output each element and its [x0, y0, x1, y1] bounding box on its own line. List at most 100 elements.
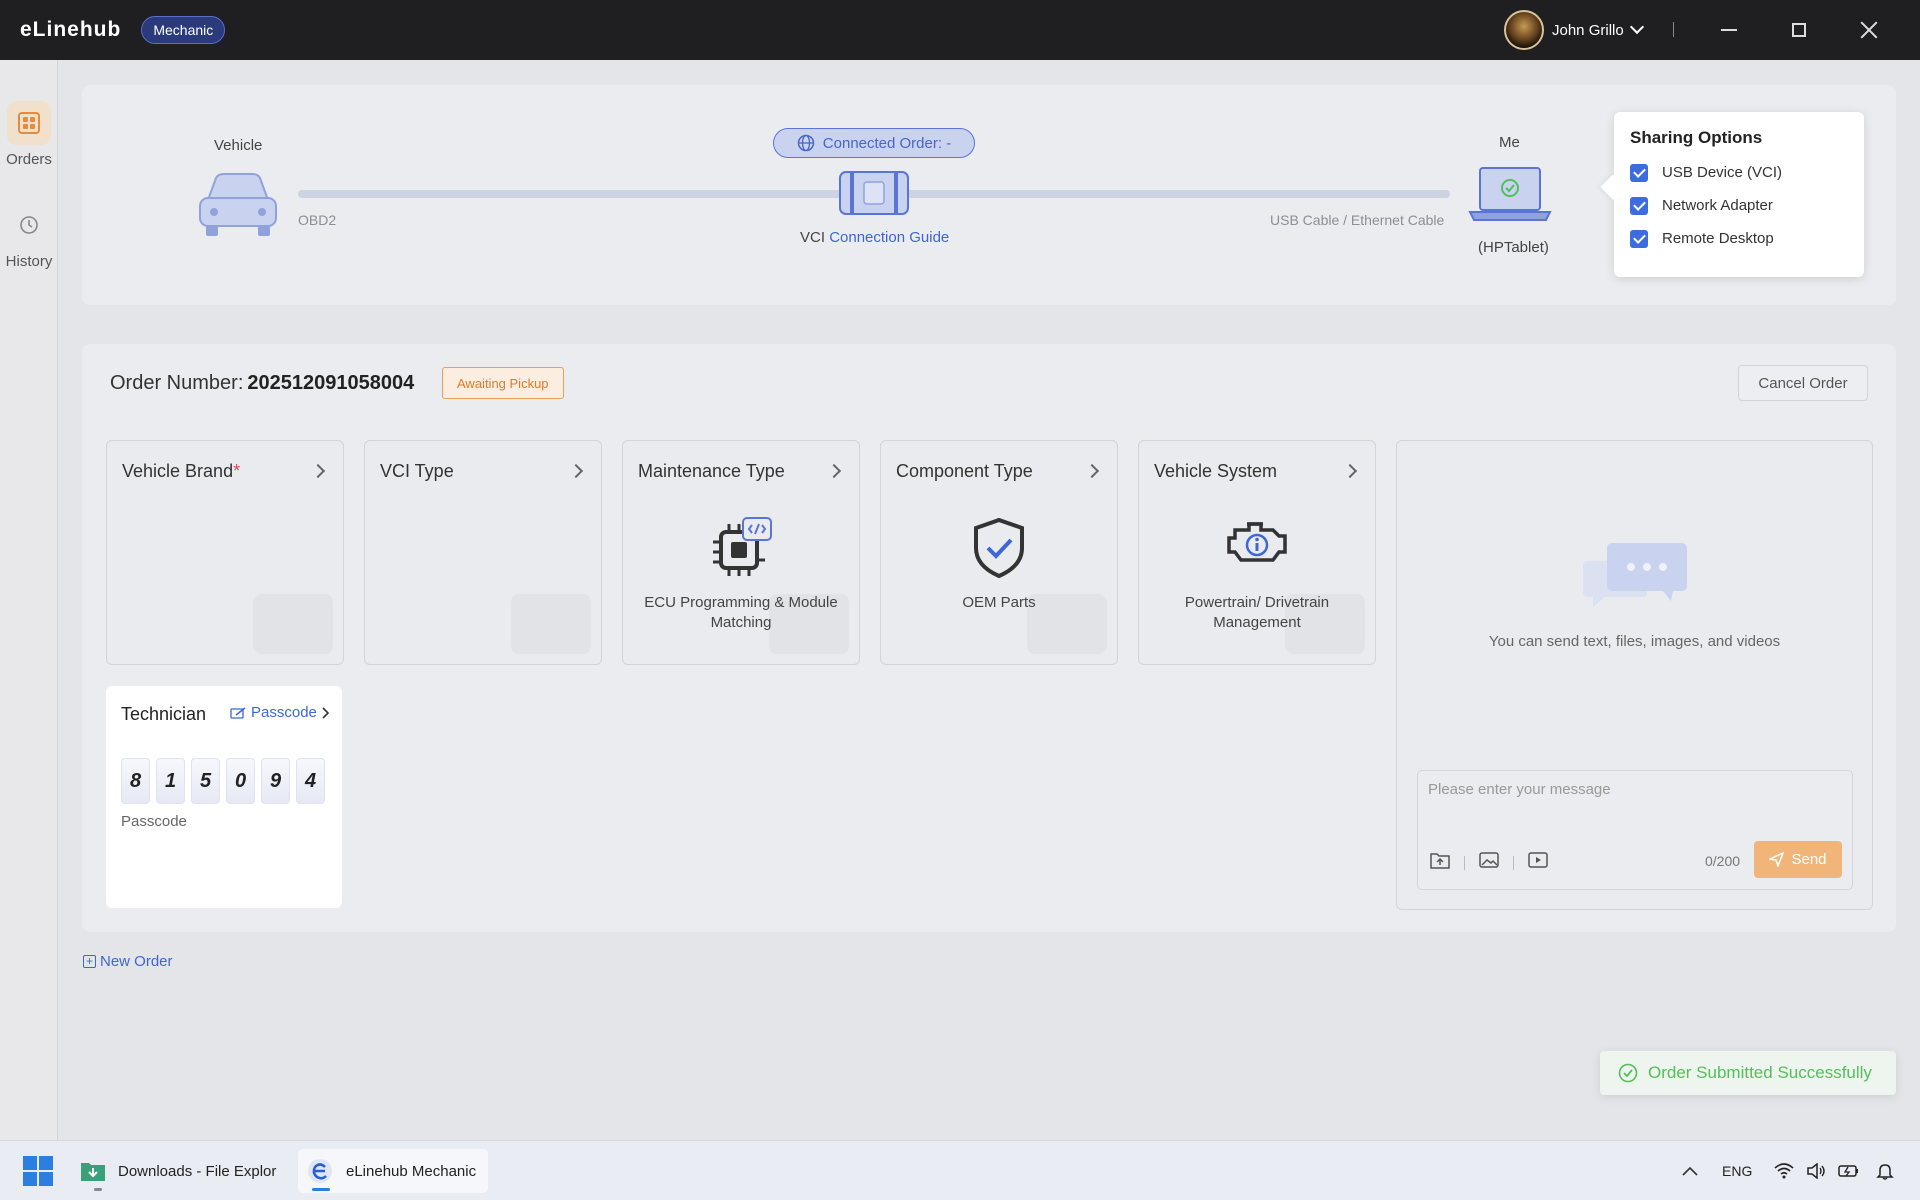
taskbar-item-elinehub[interactable]: eLinehub Mechanic: [298, 1149, 488, 1193]
device-name: (HPTablet): [1478, 239, 1549, 256]
engine-icon: [1225, 516, 1289, 571]
checkbox-checked[interactable]: [1630, 163, 1648, 182]
sidebar-item-label: Orders: [6, 151, 52, 168]
elinehub-app-icon: [308, 1159, 332, 1183]
passcode-link[interactable]: Passcode: [230, 704, 330, 721]
passcode-link-label: Passcode: [251, 704, 317, 721]
send-button[interactable]: Send: [1754, 841, 1842, 878]
technician-card: Technician Passcode 8 1 5 0 9 4 Passcode: [106, 686, 342, 908]
user-menu[interactable]: John Grillo: [1504, 10, 1644, 50]
notification-bell-icon[interactable]: [1876, 1151, 1894, 1191]
passcode-digit: 8: [121, 758, 150, 804]
sharing-option-usb[interactable]: USB Device (VCI): [1630, 156, 1848, 189]
battery-icon: [1838, 1165, 1858, 1177]
chevron-right-icon: [310, 463, 326, 479]
vci-device-icon: [838, 168, 910, 223]
sidebar-item-history[interactable]: History: [0, 203, 58, 270]
connected-order-text: Connected Order: -: [822, 134, 952, 152]
card-watermark: [253, 594, 333, 654]
passcode-digit: 1: [156, 758, 185, 804]
role-badge: Mechanic: [141, 16, 226, 44]
taskbar: Downloads - File Explor eLinehub Mechani…: [0, 1140, 1920, 1200]
message-input[interactable]: [1428, 781, 1838, 798]
passcode-caption: Passcode: [121, 813, 187, 830]
card-title: Vehicle Brand*: [122, 461, 240, 482]
card-vci-type[interactable]: VCI Type: [364, 440, 602, 665]
app-title: eLinehub: [20, 18, 122, 41]
order-number-value: 202512091058004: [247, 372, 415, 394]
required-mark: *: [233, 461, 241, 481]
option-label: Remote Desktop: [1662, 230, 1774, 247]
chat-bubbles-icon: [1583, 543, 1689, 614]
me-label: Me: [1499, 134, 1520, 151]
sharing-title: Sharing Options: [1630, 128, 1763, 147]
system-tray-icons[interactable]: [1774, 1151, 1860, 1191]
sidebar-item-orders[interactable]: Orders: [0, 101, 58, 168]
card-title: Maintenance Type: [638, 461, 785, 481]
passcode-digit: 5: [191, 758, 220, 804]
option-label: USB Device (VCI): [1662, 164, 1783, 181]
new-order-link[interactable]: + New Order: [83, 953, 173, 970]
grid-icon: [7, 101, 51, 145]
close-icon: [1860, 21, 1878, 39]
maximize-button[interactable]: [1783, 14, 1815, 46]
connected-order-pill[interactable]: Connected Order: -: [773, 128, 975, 158]
tool-divider: [1464, 855, 1465, 870]
chevron-right-icon: [1342, 463, 1358, 479]
send-label: Send: [1791, 851, 1827, 868]
new-order-label: New Order: [100, 953, 173, 970]
message-tools: [1430, 851, 1548, 874]
card-maintenance-type[interactable]: Maintenance Type ECU Programming & Modul…: [622, 440, 860, 665]
tray-chevron-up-icon[interactable]: [1682, 1151, 1698, 1191]
download-folder-icon: [81, 1163, 105, 1181]
tool-divider: [1513, 855, 1514, 870]
sharing-option-remote-desktop[interactable]: Remote Desktop: [1630, 222, 1848, 255]
sharing-options-card: Sharing Options USB Device (VCI) Network…: [1614, 112, 1864, 277]
passcode-digit: 9: [261, 758, 290, 804]
edit-icon: [230, 706, 246, 719]
plus-icon: +: [83, 955, 96, 968]
chevron-right-icon: [568, 463, 584, 479]
check-circle-icon: [1618, 1063, 1638, 1083]
connection-guide-link[interactable]: Connection Guide: [829, 229, 949, 246]
char-counter: 0/200: [1705, 853, 1741, 869]
checkbox-checked[interactable]: [1630, 229, 1648, 248]
vehicle-port-label: OBD2: [298, 212, 337, 228]
maximize-icon: [1792, 23, 1806, 37]
avatar: [1504, 10, 1544, 50]
card-value: Powertrain/ Drivetrain Management: [1184, 594, 1330, 631]
title-bar: eLinehub Mechanic John Grillo: [0, 0, 1920, 60]
card-vehicle-system[interactable]: Vehicle System Powertrain/ Drivetrain Ma…: [1138, 440, 1376, 665]
video-icon[interactable]: [1528, 851, 1548, 874]
option-label: Network Adapter: [1662, 197, 1773, 214]
globe-icon: [797, 134, 815, 152]
upload-file-icon[interactable]: [1430, 851, 1450, 874]
laptop-icon: [1466, 166, 1554, 231]
chevron-right-icon: [1084, 463, 1100, 479]
user-name: John Grillo: [1552, 21, 1624, 39]
taskbar-item-file-explorer[interactable]: Downloads - File Explor: [72, 1149, 284, 1193]
technician-title: Technician: [121, 704, 207, 724]
card-watermark: [511, 594, 591, 654]
card-value: OEM Parts: [962, 594, 1036, 611]
taskbar-item-label: eLinehub Mechanic: [346, 1162, 477, 1180]
card-title-text: Vehicle Brand: [122, 461, 234, 481]
sidebar-item-label: History: [5, 253, 53, 270]
chevron-down-icon: [1629, 19, 1644, 35]
minimize-button[interactable]: [1713, 14, 1745, 46]
image-icon[interactable]: [1479, 851, 1499, 874]
cancel-order-button[interactable]: Cancel Order: [1738, 365, 1868, 401]
windows-start-icon[interactable]: [22, 1155, 54, 1192]
card-vehicle-brand[interactable]: Vehicle Brand*: [106, 440, 344, 665]
status-badge: Awaiting Pickup: [442, 367, 564, 399]
history-icon: [7, 203, 51, 247]
sharing-option-network[interactable]: Network Adapter: [1630, 189, 1848, 222]
chevron-right-icon: [322, 706, 330, 719]
shield-check-icon: [970, 516, 1028, 585]
chip-icon: [709, 516, 773, 585]
card-component-type[interactable]: Component Type OEM Parts: [880, 440, 1118, 665]
close-button[interactable]: [1853, 14, 1885, 46]
checkbox-checked[interactable]: [1630, 196, 1648, 215]
card-title: Vehicle System: [1154, 461, 1278, 481]
language-indicator[interactable]: ENG: [1722, 1151, 1752, 1191]
